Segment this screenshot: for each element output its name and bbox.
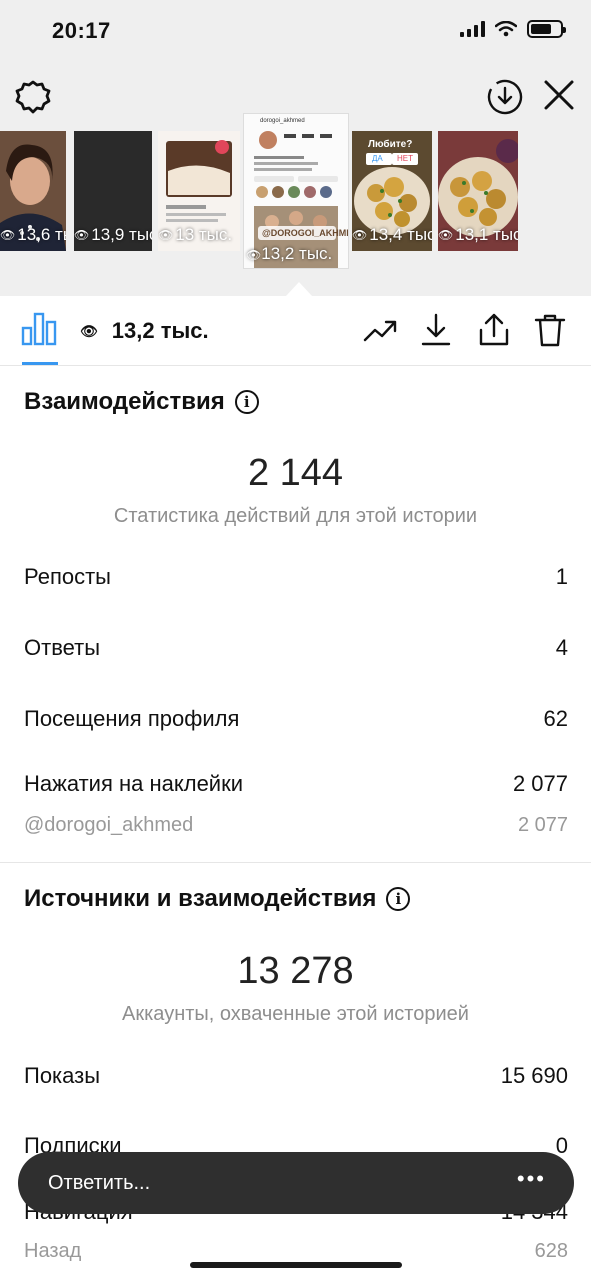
download-icon[interactable]	[418, 312, 454, 348]
discovery-total: 13 278	[237, 950, 354, 992]
cellular-signal-icon	[460, 21, 485, 37]
toolbar-views: 👁 13,2 тыс.	[80, 318, 209, 344]
stat-sub-label: @dorogoi_akhmed	[24, 814, 194, 836]
poll-yes: ДА	[372, 154, 383, 163]
interactions-title: Взаимодействия i	[24, 388, 259, 416]
wifi-icon	[495, 21, 517, 37]
thumbnail-views: 👁 13 тыс.	[158, 225, 233, 244]
stat-row: Посещения профиля 62	[24, 706, 568, 732]
discovery-title: Источники и взаимодействия i	[24, 885, 411, 913]
thumbnail-views: 👁13,1 тыс.	[438, 225, 518, 244]
info-icon[interactable]: i	[234, 390, 259, 414]
stat-value: 2 077	[512, 771, 568, 796]
stat-sub-row: @dorogoi_akhmed 2 077	[24, 814, 568, 837]
reply-input[interactable]: Ответить...	[48, 1172, 150, 1195]
poll-question: Любите?	[368, 139, 413, 150]
eye-icon: 👁	[158, 228, 174, 242]
story-sticker: @DOROGOI_AKHMED	[262, 228, 348, 238]
bar-chart-icon[interactable]	[20, 310, 58, 348]
info-icon[interactable]: i	[386, 887, 411, 911]
battery-icon	[527, 20, 566, 38]
story-thumbnail[interactable]: 👁 13 тыс.	[158, 131, 240, 251]
thumbnail-views: 👁13,6 тыс.	[0, 225, 66, 244]
stat-label: Ответы	[24, 635, 101, 660]
story-thumbnail[interactable]: 👁13,6 тыс.	[0, 131, 66, 251]
stat-value: 1	[555, 564, 568, 589]
toolbar-views-count: 13,2 тыс.	[111, 318, 209, 343]
interactions-subtitle: Статистика действий для этой истории	[113, 505, 478, 527]
stat-label: Нажатия на наклейки	[24, 771, 244, 796]
stat-row: Репосты 1	[24, 564, 568, 590]
stat-row: Нажатия на наклейки 2 077	[24, 771, 568, 797]
share-icon[interactable]	[476, 312, 512, 348]
thumbnail-views: 👁13,2 тыс.	[246, 244, 333, 263]
settings-gear-icon[interactable]	[14, 78, 52, 116]
eye-icon: 👁	[438, 228, 454, 242]
story-thumbnail[interactable]: Любите? ДА НЕТ 👁13,4 тыс.	[352, 131, 432, 251]
eye-icon: 👁	[352, 228, 368, 242]
story-thumbnail[interactable]: 👁13,9 тыс.	[74, 131, 152, 251]
stat-value: 62	[543, 706, 568, 731]
story-strip-area: 20:17 👁13,6 тыс.	[0, 0, 591, 296]
stat-value: 15 690	[500, 1063, 568, 1088]
close-icon[interactable]	[540, 76, 578, 114]
home-indicator[interactable]	[190, 1262, 402, 1268]
poll-no: НЕТ	[397, 154, 413, 163]
stat-row: Показы 15 690	[24, 1063, 568, 1089]
story-username: dorogoi_akhmed	[260, 118, 305, 124]
stat-label: Посещения профиля	[24, 706, 240, 731]
trash-icon[interactable]	[532, 312, 568, 348]
trend-icon[interactable]	[362, 312, 398, 348]
more-options-button[interactable]: •••	[517, 1166, 546, 1192]
status-time: 20:17	[52, 18, 111, 43]
eye-icon: 👁	[0, 228, 16, 242]
stat-sub-label: Назад	[24, 1240, 82, 1262]
reply-bar[interactable]: Ответить... •••	[18, 1152, 574, 1214]
stat-sub-value: 2 077	[517, 814, 568, 836]
story-thumbnail[interactable]: 👁13,1 тыс.	[438, 131, 518, 251]
eye-icon: 👁	[80, 322, 98, 339]
stat-label: Репосты	[24, 564, 111, 589]
status-icons	[460, 20, 566, 38]
stat-sub-row: Назад 628	[24, 1240, 568, 1263]
thumbnail-views: 👁13,4 тыс.	[352, 225, 432, 244]
active-tab-indicator	[22, 362, 58, 365]
thumbnail-views: 👁13,9 тыс.	[74, 225, 152, 244]
insights-toolbar: 👁 13,2 тыс.	[0, 296, 591, 366]
discovery-subtitle: Аккаунты, охваченные этой историей	[122, 1003, 469, 1025]
download-circle-icon[interactable]	[486, 78, 524, 116]
eye-icon: 👁	[246, 248, 262, 262]
story-thumbnail-selected[interactable]: dorogoi_akhmed @DOROGOI_AKHMED 👁13,2 тыс…	[244, 114, 348, 268]
stat-label: Показы	[24, 1063, 101, 1088]
interactions-total: 2 144	[247, 452, 344, 494]
status-bar: 20:17	[0, 0, 591, 64]
section-divider	[0, 862, 591, 863]
stat-row: Ответы 4	[24, 635, 568, 661]
eye-icon: 👁	[74, 228, 90, 242]
selection-pointer	[286, 282, 312, 296]
stat-value: 4	[555, 635, 568, 660]
stat-sub-value: 628	[534, 1240, 568, 1262]
